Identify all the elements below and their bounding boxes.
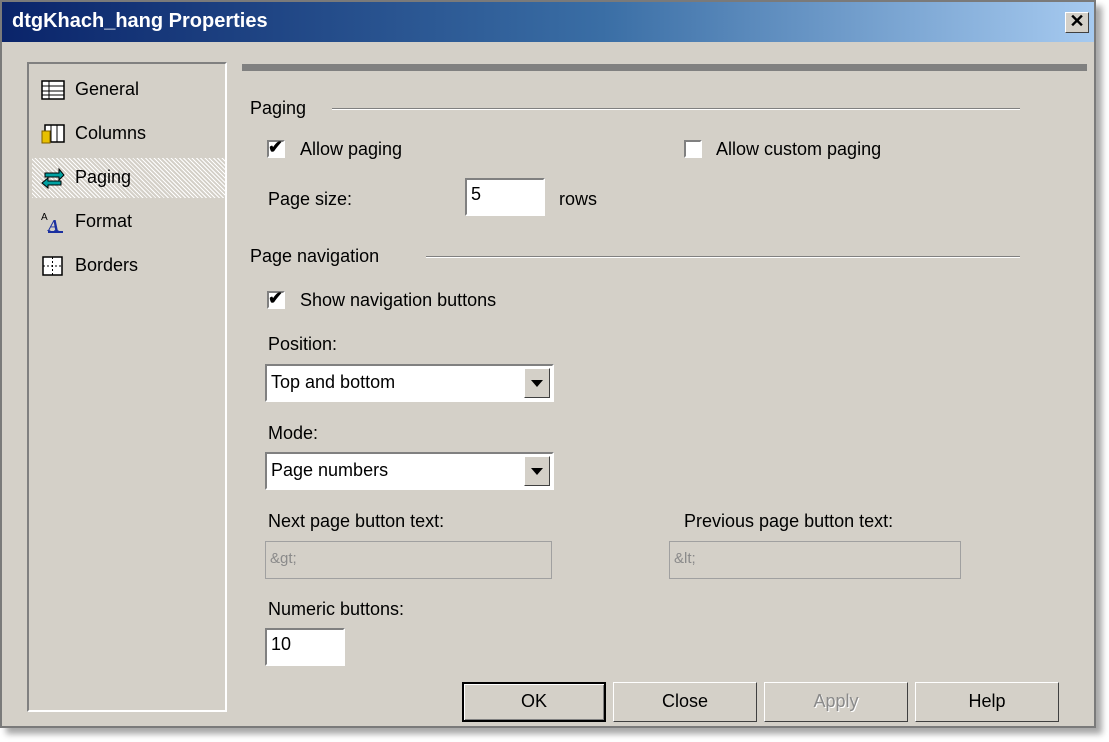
properties-dialog: dtgKhach_hang Properties ✕ General Colum…	[0, 0, 1096, 728]
mode-dropdown[interactable]: Page numbers	[265, 452, 554, 490]
show-navigation-buttons-checkbox[interactable]: ✔	[267, 288, 285, 309]
sidebar-item-label: Format	[75, 211, 133, 231]
page-navigation-divider	[426, 256, 1020, 258]
previous-page-text-input[interactable]: &lt;	[669, 541, 961, 579]
close-window-button[interactable]: ✕	[1065, 12, 1089, 33]
allow-paging-checkbox[interactable]: ✔	[267, 137, 285, 158]
window-title: dtgKhach_hang Properties	[12, 10, 268, 32]
paging-icon	[41, 167, 65, 189]
title-bar[interactable]: dtgKhach_hang Properties ✕	[2, 2, 1094, 42]
columns-icon	[41, 124, 65, 144]
page-navigation-section-label: Page navigation	[250, 246, 380, 266]
mode-label: Mode:	[268, 423, 319, 443]
ok-button[interactable]: OK	[462, 682, 606, 722]
check-mark-icon: ✔	[268, 288, 284, 308]
next-page-text-label: Next page button text:	[268, 511, 445, 531]
previous-page-text-label: Previous page button text:	[684, 511, 894, 531]
page-size-label: Page size:	[268, 189, 353, 209]
page-header-bar	[242, 64, 1087, 71]
borders-icon	[42, 256, 63, 276]
apply-button[interactable]: Apply	[764, 682, 908, 722]
numeric-buttons-label: Numeric buttons:	[268, 599, 405, 619]
svg-text:A: A	[41, 212, 48, 223]
svg-text:A: A	[47, 216, 59, 233]
page-list: General Columns Paging A A Format Border…	[27, 62, 227, 712]
format-icon: A A	[41, 212, 63, 233]
sidebar-item-format[interactable]: A A Format	[37, 202, 223, 242]
show-navigation-buttons-label[interactable]: Show navigation buttons	[300, 290, 496, 311]
sidebar-item-general[interactable]: General	[37, 70, 223, 110]
paging-divider	[332, 108, 1020, 110]
page-size-input[interactable]: 5	[465, 178, 545, 216]
next-page-text-input[interactable]: &gt;	[265, 541, 552, 579]
paging-section-label: Paging	[250, 98, 307, 118]
help-button[interactable]: Help	[915, 682, 1059, 722]
chevron-down-icon[interactable]	[524, 456, 550, 486]
allow-custom-paging-checkbox[interactable]	[684, 140, 702, 158]
page-size-unit: rows	[559, 189, 598, 209]
position-dropdown[interactable]: Top and bottom	[265, 364, 554, 402]
sidebar-item-label: Columns	[75, 123, 147, 143]
chevron-down-icon[interactable]	[524, 368, 550, 398]
position-label: Position:	[268, 334, 338, 354]
numeric-buttons-input[interactable]: 10	[265, 628, 345, 666]
close-icon: ✕	[1069, 11, 1085, 31]
sidebar-item-label: General	[75, 79, 140, 99]
close-button[interactable]: Close	[613, 682, 757, 722]
sidebar-item-borders[interactable]: Borders	[37, 246, 223, 286]
general-icon	[41, 80, 65, 100]
allow-paging-label[interactable]: Allow paging	[300, 139, 402, 160]
sidebar-item-columns[interactable]: Columns	[37, 114, 223, 154]
sidebar-item-label: Paging	[75, 167, 132, 187]
sidebar-item-paging[interactable]: Paging	[32, 158, 225, 198]
check-mark-icon: ✔	[268, 137, 284, 157]
allow-custom-paging-label[interactable]: Allow custom paging	[716, 139, 881, 160]
sidebar-item-label: Borders	[75, 255, 139, 275]
mode-selected-value: Page numbers	[271, 460, 389, 480]
position-selected-value: Top and bottom	[271, 372, 396, 392]
